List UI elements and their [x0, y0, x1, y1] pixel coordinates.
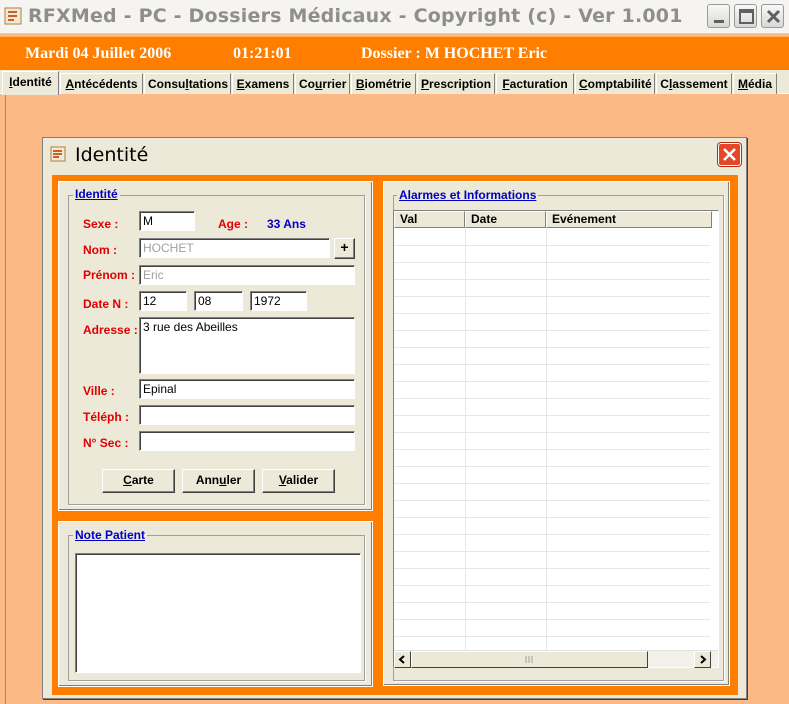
app-window: RFXMed - PC - Dossiers Médicaux - Copyri…: [0, 0, 789, 704]
grid-line: [394, 398, 710, 399]
date-day-field[interactable]: 12: [139, 291, 187, 311]
grid-line: [394, 551, 710, 552]
minimize-button[interactable]: [707, 4, 730, 28]
tab-media[interactable]: Média: [733, 73, 777, 94]
grid-line: [394, 432, 710, 433]
date-naissance-label: Date N :: [83, 297, 129, 311]
table-grid: [394, 211, 718, 650]
note-patient-title: Note Patient: [73, 528, 148, 542]
grid-line: [394, 619, 710, 620]
dialog-close-button[interactable]: [718, 143, 741, 166]
tab-biometrie[interactable]: Biométrie: [351, 73, 416, 94]
identite-panel: Identité Sexe : M Age : 33 Ans Nom : HOC…: [58, 181, 373, 511]
maximize-button[interactable]: [734, 4, 757, 28]
header-date: Mardi 04 Juillet 2006: [25, 45, 172, 62]
tab-prescription[interactable]: Prescription: [417, 73, 495, 94]
tab-antecedents[interactable]: Antécédents: [60, 73, 143, 94]
age-value: 33 Ans: [267, 217, 306, 231]
age-label: Age :: [218, 217, 248, 231]
dialog-icon: [50, 146, 66, 162]
sexe-label: Sexe :: [83, 217, 119, 231]
alarmes-title: Alarmes et Informations: [397, 188, 539, 202]
nom-label: Nom :: [83, 243, 117, 257]
num-secu-field[interactable]: [139, 431, 355, 451]
prenom-field[interactable]: Eric: [139, 265, 355, 285]
grid-line: [394, 279, 710, 280]
grid-line: [394, 245, 710, 246]
add-name-button[interactable]: +: [334, 238, 355, 259]
grid-line: [394, 483, 710, 484]
grid-column-line: [546, 228, 547, 650]
patient-header: Mardi 04 Juillet 2006 01:21:01 Dossier :…: [0, 36, 789, 70]
sexe-field[interactable]: M: [139, 211, 195, 231]
tab-bar: Identité Antécédents Consultations Exame…: [0, 70, 789, 95]
grid-line: [394, 500, 710, 501]
adresse-field[interactable]: 3 rue des Abeilles: [139, 317, 355, 374]
date-month-field[interactable]: 08: [194, 291, 243, 311]
grid-line: [394, 364, 710, 365]
grid-line: [394, 330, 710, 331]
tab-classement[interactable]: Classement: [656, 73, 732, 94]
grid-line: [394, 585, 710, 586]
window-titlebar[interactable]: RFXMed - PC - Dossiers Médicaux - Copyri…: [0, 0, 789, 34]
grid-line: [394, 466, 710, 467]
telephone-field[interactable]: [139, 405, 355, 425]
dialog-body: Identité Sexe : M Age : 33 Ans Nom : HOC…: [52, 175, 738, 695]
dialog-title: Identité: [75, 144, 149, 166]
tab-consultations[interactable]: Consultations: [144, 73, 231, 94]
grid-line: [394, 347, 710, 348]
adresse-label: Adresse :: [83, 323, 138, 337]
app-icon: [4, 7, 22, 25]
tab-examens[interactable]: Examens: [232, 73, 294, 94]
header-dossier: Dossier : M HOCHET Eric: [361, 45, 548, 62]
maximize-icon: [739, 9, 754, 24]
scrollbar-thumb[interactable]: [411, 651, 648, 668]
arrow-left-icon: [398, 655, 405, 664]
alarmes-panel: Alarmes et Informations Val Date Evéneme…: [383, 181, 730, 686]
close-icon: [766, 9, 781, 24]
horizontal-scrollbar[interactable]: [394, 650, 718, 668]
telephone-label: Téléph :: [83, 410, 130, 424]
tab-facturation[interactable]: Facturation: [496, 73, 574, 94]
identite-group-title: Identité: [73, 187, 120, 201]
grid-line: [394, 262, 710, 263]
header-time: 01:21:01: [233, 45, 292, 62]
note-patient-panel: Note Patient: [58, 521, 373, 687]
prenom-label: Prénom :: [83, 268, 136, 282]
minimize-icon: [714, 20, 724, 23]
grid-line: [394, 636, 710, 637]
valider-button[interactable]: Valider: [262, 469, 335, 493]
grid-line: [394, 449, 710, 450]
grid-column-line: [465, 228, 466, 650]
close-icon: [723, 148, 736, 161]
grid-line: [394, 381, 710, 382]
grip-icon: [525, 656, 533, 663]
alarmes-table[interactable]: Val Date Evénement: [393, 210, 719, 668]
num-secu-label: N° Sec :: [83, 436, 129, 450]
grid-line: [394, 517, 710, 518]
grid-line: [394, 415, 710, 416]
tab-comptabilite[interactable]: Comptabilité: [575, 73, 655, 94]
grid-line: [394, 602, 710, 603]
close-button[interactable]: [761, 4, 784, 28]
scroll-left-button[interactable]: [394, 651, 411, 668]
scroll-right-button[interactable]: [694, 651, 711, 668]
tab-courrier[interactable]: Courrier: [295, 73, 350, 94]
grid-line: [394, 296, 710, 297]
identite-dialog: Identité Identité Sexe : M Age : 33 Ans …: [42, 137, 747, 699]
grid-line: [394, 568, 710, 569]
dialog-titlebar[interactable]: Identité: [43, 138, 746, 171]
grid-line: [394, 313, 710, 314]
date-year-field[interactable]: 1972: [250, 291, 307, 311]
ville-label: Ville :: [83, 384, 115, 398]
note-patient-textarea[interactable]: [75, 553, 361, 673]
carte-button[interactable]: Carte: [102, 469, 175, 493]
annuler-button[interactable]: Annuler: [182, 469, 255, 493]
tab-identite[interactable]: Identité: [2, 71, 59, 95]
ville-field[interactable]: Epinal: [139, 379, 355, 399]
arrow-right-icon: [700, 655, 707, 664]
window-title: RFXMed - PC - Dossiers Médicaux - Copyri…: [28, 5, 683, 27]
nom-field[interactable]: HOCHET: [139, 238, 330, 258]
grid-line: [394, 534, 710, 535]
